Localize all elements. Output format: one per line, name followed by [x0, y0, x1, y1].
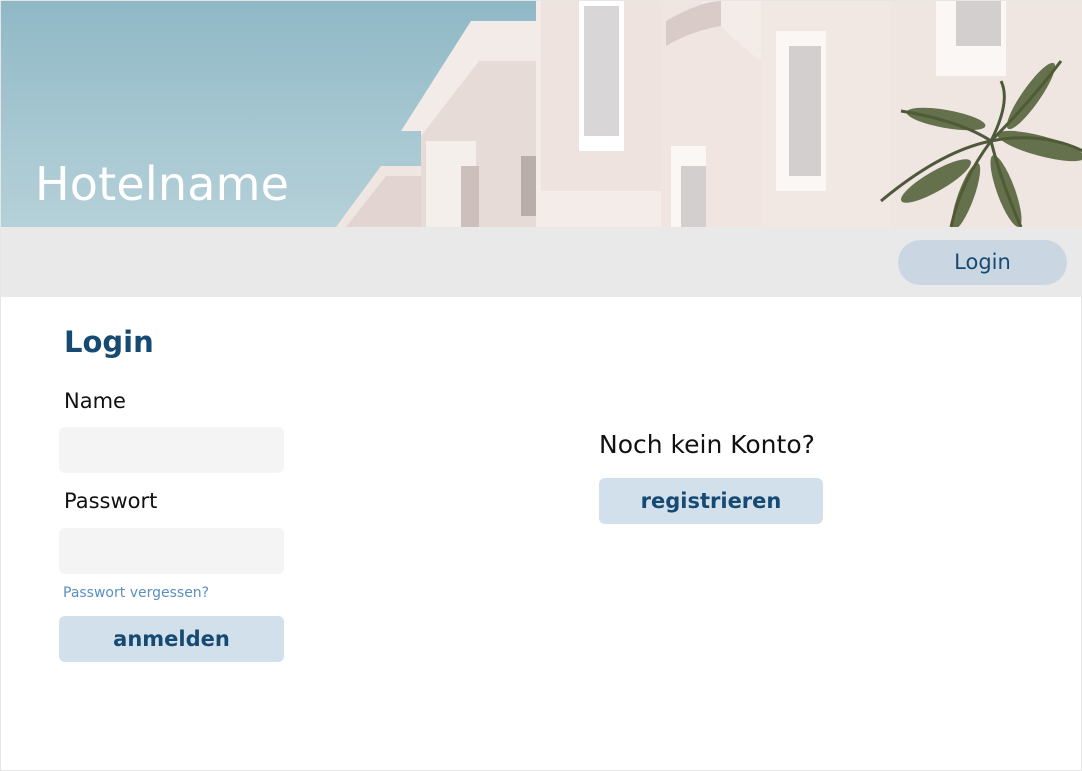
register-prompt: Noch kein Konto? — [599, 430, 815, 459]
hero-banner: Hotelname — [1, 1, 1082, 227]
page: Hotelname Login Login Name Passwort Pass… — [0, 0, 1082, 771]
name-input[interactable] — [59, 427, 284, 473]
name-label: Name — [64, 389, 126, 413]
login-form-title: Login — [64, 325, 154, 359]
hotel-name-title: Hotelname — [35, 157, 290, 211]
password-input[interactable] — [59, 528, 284, 574]
nav-login-button[interactable]: Login — [898, 240, 1067, 285]
password-label: Passwort — [64, 489, 158, 513]
forgot-password-link[interactable]: Passwort vergessen? — [63, 585, 209, 601]
submit-login-button[interactable]: anmelden — [59, 616, 284, 662]
register-button[interactable]: registrieren — [599, 478, 823, 524]
top-nav-bar: Login — [1, 227, 1082, 297]
